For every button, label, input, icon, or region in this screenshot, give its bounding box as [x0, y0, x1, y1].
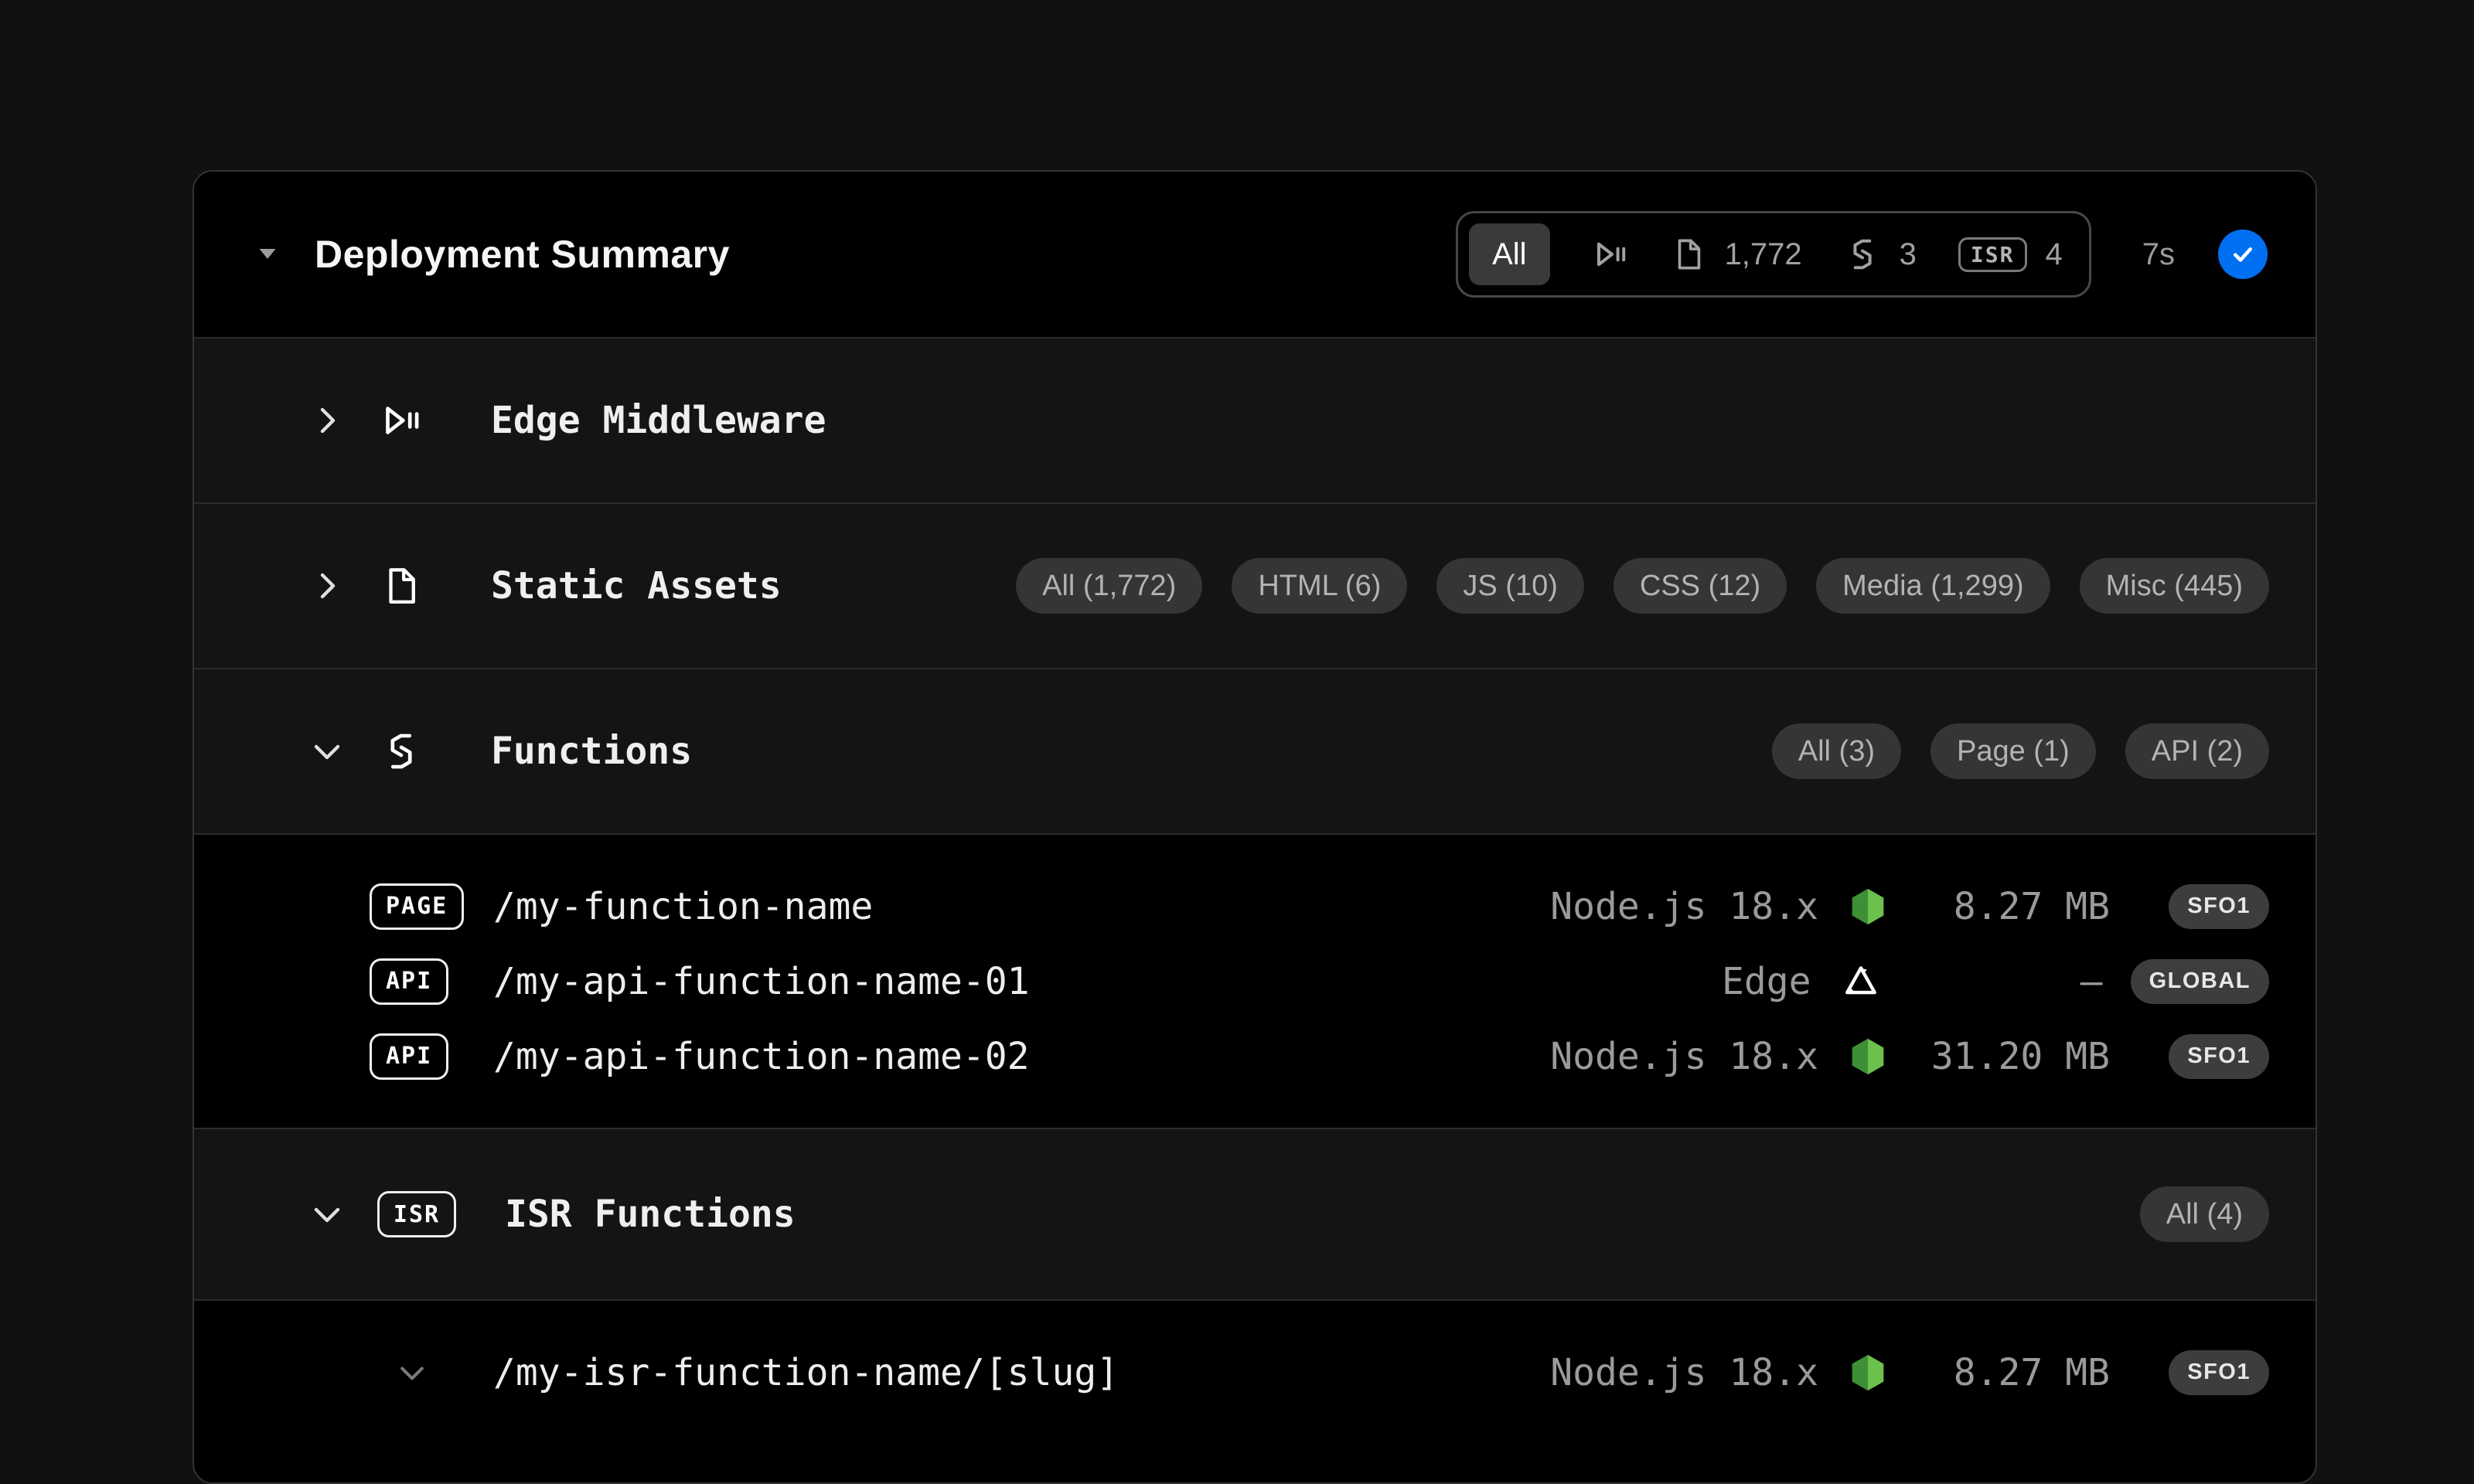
filter-badge[interactable]: CSS (12): [1614, 558, 1787, 614]
functions-filters: All (3) Page (1) API (2): [1772, 723, 2269, 779]
section-edge-middleware[interactable]: Edge Middleware: [194, 337, 2316, 502]
functions-count: 3: [1900, 237, 1917, 272]
filter-badge[interactable]: All (3): [1772, 723, 1901, 779]
function-size: 31.20 MB: [1890, 1035, 2110, 1078]
section-functions[interactable]: Functions All (3) Page (1) API (2): [194, 668, 2316, 833]
collapse-triangle-icon[interactable]: [254, 243, 281, 265]
isr-type-badge: ISR: [377, 1191, 456, 1237]
function-path: /my-api-function-name-01: [493, 960, 1030, 1003]
isr-list: /my-isr-function-name/[slug] Node.js 18.…: [194, 1299, 2316, 1444]
function-row[interactable]: API /my-api-function-name-02 Node.js 18.…: [370, 1019, 2269, 1094]
filter-all-button[interactable]: All: [1469, 223, 1549, 285]
function-runtime: Node.js 18.x: [1355, 885, 1818, 928]
static-count: 1,772: [1725, 237, 1802, 272]
panel-header[interactable]: Deployment Summary All: [194, 172, 2316, 337]
chevron-down-icon[interactable]: [395, 1356, 429, 1390]
isr-badge-icon: ISR: [378, 1191, 455, 1237]
function-path: /my-function-name: [493, 885, 873, 928]
file-icon: [1671, 237, 1706, 272]
function-runtime: Node.js 18.x: [1355, 1351, 1818, 1394]
region-badge: SFO1: [2169, 884, 2269, 929]
function-size: 8.27 MB: [1890, 1351, 2110, 1394]
build-duration: 7s: [2142, 237, 2175, 272]
functions-list: PAGE /my-function-name Node.js 18.x 8.27…: [194, 833, 2316, 1128]
function-type-badge: API: [370, 958, 448, 1005]
function-path: /my-isr-function-name/[slug]: [493, 1351, 1119, 1394]
edge-runtime-icon: [1839, 960, 1883, 1003]
static-assets-filters: All (1,772) HTML (6) JS (10) CSS (12) Me…: [1016, 558, 2269, 614]
isr-function-row[interactable]: /my-isr-function-name/[slug] Node.js 18.…: [370, 1335, 2269, 1410]
section-title: Functions: [491, 730, 692, 773]
isr-count: 4: [2046, 237, 2063, 272]
status-badge: [2218, 230, 2268, 279]
function-runtime: Node.js 18.x: [1355, 1035, 1818, 1078]
nodejs-icon: [1846, 885, 1890, 928]
filter-badge[interactable]: HTML (6): [1232, 558, 1407, 614]
region-badge: GLOBAL: [2131, 959, 2269, 1004]
deployment-summary-panel: Deployment Summary All: [193, 170, 2317, 1484]
isr-count-group[interactable]: ISR 4: [1958, 237, 2063, 272]
function-row[interactable]: API /my-api-function-name-01 Edge — GLOB…: [370, 944, 2269, 1019]
filter-badge[interactable]: JS (10): [1436, 558, 1583, 614]
region-badge: SFO1: [2169, 1350, 2269, 1395]
isr-filters: All (4): [2140, 1186, 2269, 1242]
function-type-badge: PAGE: [370, 883, 464, 930]
chevron-down-icon[interactable]: [308, 1196, 346, 1233]
filter-badge[interactable]: Page (1): [1930, 723, 2096, 779]
isr-chip: ISR: [1958, 237, 2027, 272]
middleware-icon: [378, 397, 424, 444]
section-title: Static Assets: [491, 564, 782, 608]
function-size: 8.27 MB: [1890, 885, 2110, 928]
function-size: —: [1883, 960, 2103, 1003]
chevron-right-icon[interactable]: [308, 402, 346, 439]
functions-icon: [1844, 236, 1881, 273]
nodejs-icon: [1846, 1351, 1890, 1394]
function-path: /my-api-function-name-02: [493, 1035, 1030, 1078]
section-title: ISR Functions: [505, 1193, 796, 1236]
filter-badge[interactable]: API (2): [2125, 723, 2269, 779]
static-count-group[interactable]: 1,772: [1671, 237, 1802, 272]
filter-badge[interactable]: All (1,772): [1016, 558, 1202, 614]
middleware-count-group[interactable]: [1592, 236, 1629, 273]
chevron-down-icon[interactable]: [308, 733, 346, 770]
section-title: Edge Middleware: [491, 399, 826, 442]
functions-icon: [378, 728, 424, 774]
section-static-assets[interactable]: Static Assets All (1,772) HTML (6) JS (1…: [194, 502, 2316, 668]
middleware-icon: [1592, 236, 1629, 273]
function-type-badge: API: [370, 1033, 448, 1080]
check-icon: [2229, 240, 2257, 268]
function-runtime: Edge: [1348, 960, 1811, 1003]
function-row[interactable]: PAGE /my-function-name Node.js 18.x 8.27…: [370, 869, 2269, 944]
chevron-right-icon[interactable]: [308, 567, 346, 604]
functions-count-group[interactable]: 3: [1844, 236, 1917, 273]
summary-filter-control: All 1,772: [1456, 211, 2091, 298]
region-badge: SFO1: [2169, 1034, 2269, 1079]
nodejs-icon: [1846, 1035, 1890, 1078]
page-title: Deployment Summary: [315, 232, 730, 277]
section-isr-functions[interactable]: ISR ISR Functions All (4): [194, 1128, 2316, 1299]
filter-badge[interactable]: Misc (445): [2080, 558, 2269, 614]
file-icon: [378, 563, 424, 609]
filter-badge[interactable]: Media (1,299): [1816, 558, 2050, 614]
filter-badge[interactable]: All (4): [2140, 1186, 2269, 1242]
